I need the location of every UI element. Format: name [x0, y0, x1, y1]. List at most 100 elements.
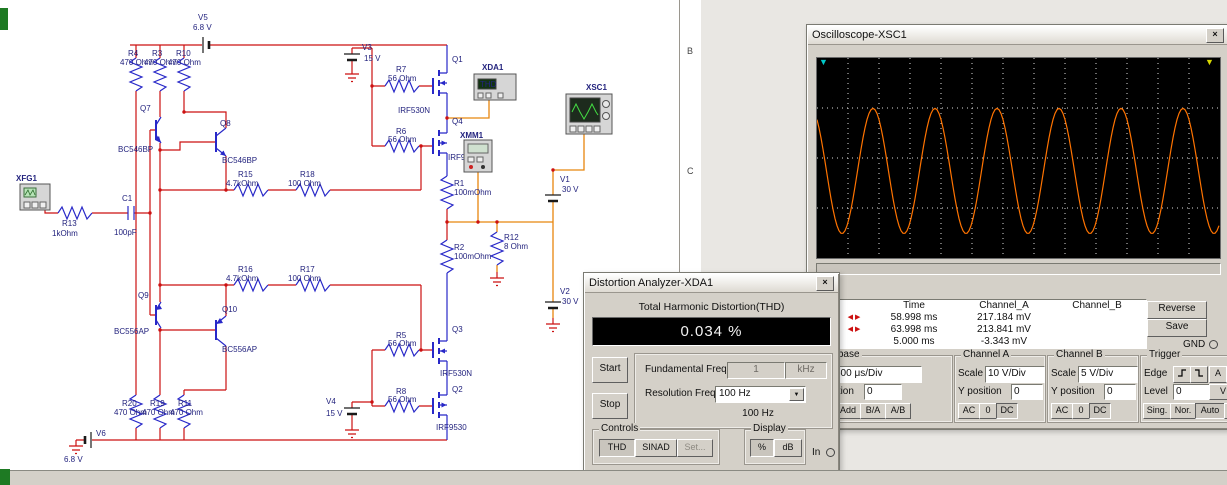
label-v4: V4 [326, 397, 336, 406]
readout-header-channel-a: Channel_A [979, 300, 1029, 311]
channel-b-scale-label: Scale [1051, 368, 1077, 379]
label-r2-val: 100mOhm [454, 252, 492, 261]
green-corner-top [0, 8, 8, 30]
label-r7: R7 [396, 65, 407, 74]
resistors[interactable] [57, 57, 505, 429]
label-xda1: XDA1 [482, 63, 504, 72]
marker-right-icon: ▶ [855, 314, 863, 321]
in-terminal-label: In [812, 447, 821, 458]
label-r13-val: 1kOhm [52, 229, 78, 238]
controls-group-title: Controls [599, 423, 641, 434]
scope-readout-table: Time Channel_A Channel_B ◀▶ 58.998 ms 21… [837, 299, 1147, 349]
sinad-mode-button[interactable]: SINAD [635, 439, 677, 457]
marker-left-icon: ◀ [847, 326, 855, 333]
oscilloscope-icon [565, 93, 613, 135]
channel-b-y-value[interactable]: 0 [1104, 384, 1136, 400]
readout-header-channel-b: Channel_B [1072, 300, 1122, 311]
distortion-analyzer-window[interactable]: Distortion Analyzer-XDA1 × Total Harmoni… [583, 272, 840, 472]
in-terminal-icon[interactable] [826, 448, 835, 457]
label-c1: C1 [122, 194, 133, 203]
t1-marker-arrows[interactable]: ◀▶ [838, 312, 872, 324]
trigger-a-button[interactable]: A [1209, 366, 1227, 383]
readout-delta-b [1052, 336, 1142, 348]
close-icon[interactable]: × [1206, 27, 1224, 43]
label-r1: R1 [454, 179, 465, 188]
trigger-level-value[interactable]: 0 [1173, 384, 1211, 400]
label-r10: R10 [176, 49, 191, 58]
resolution-freq-label: Resolution Freq. [645, 388, 719, 399]
label-r10-val: 470 Ohm [168, 58, 201, 67]
label-r4: R4 [128, 49, 139, 58]
label-q8: Q8 [220, 119, 231, 128]
transistors[interactable] [155, 70, 447, 418]
channel-a-y-label: Y position [958, 386, 1002, 397]
resolution-freq-combobox[interactable]: 100 Hz ▼ [715, 386, 806, 403]
channel-a-scale-value[interactable]: 10 V/Div [985, 366, 1045, 383]
chevron-down-icon[interactable]: ▼ [789, 388, 804, 401]
channel-b-scale-value[interactable]: 5 V/Div [1078, 366, 1138, 383]
label-q4: Q4 [452, 117, 463, 126]
ba-button[interactable]: B/A [860, 403, 886, 419]
reverse-button[interactable]: Reverse [1147, 301, 1207, 319]
green-corner-bottom [0, 469, 10, 485]
label-r11: R11 [178, 399, 193, 408]
trigger-auto-button[interactable]: Auto [1195, 403, 1225, 419]
horizontal-scrollbar[interactable] [0, 470, 1227, 485]
start-button[interactable]: Start [592, 357, 628, 383]
t2-cursor-icon[interactable]: ▼ [1205, 58, 1214, 67]
label-r16-val: 4.7kOhm [226, 274, 259, 283]
label-r8-val: 56 Ohm [388, 395, 417, 404]
channel-a-y-value[interactable]: 0 [1011, 384, 1043, 400]
t2-marker-arrows[interactable]: ◀▶ [838, 324, 872, 336]
rising-edge-icon [1178, 369, 1186, 377]
percent-display-button[interactable]: % [750, 439, 774, 457]
trigger-title: Trigger [1147, 349, 1183, 360]
channel-a-title: Channel A [961, 349, 1012, 360]
label-q7-val: BC546BP [118, 145, 153, 154]
readout-corner [838, 300, 872, 312]
label-r17: R17 [300, 265, 315, 274]
channel-a-0-button[interactable]: 0 [979, 403, 997, 419]
label-v5: V5 [198, 13, 208, 22]
channel-b-ac-button[interactable]: AC [1051, 403, 1073, 419]
channel-a-group: Channel A Scale 10 V/Div Y position 0 AC… [954, 349, 1046, 423]
trigger-nor-button[interactable]: Nor. [1170, 403, 1196, 419]
set-button[interactable]: Set... [677, 439, 713, 457]
falling-edge-icon [1195, 369, 1203, 377]
distortion-analyzer-title: Distortion Analyzer-XDA1 [589, 277, 714, 289]
save-button[interactable]: Save [1147, 319, 1207, 337]
db-display-button[interactable]: dB [774, 439, 802, 457]
thd-mode-button[interactable]: THD [599, 439, 635, 457]
oscilloscope-window[interactable]: Oscilloscope-XSC1 × ▼ ▼ Time Channel_A C… [806, 24, 1227, 430]
ab-button[interactable]: A/B [885, 403, 911, 419]
label-q1: Q1 [452, 55, 463, 64]
wires-red[interactable] [44, 44, 448, 441]
resolution-freq-value: 100 Hz [719, 388, 751, 399]
trigger-sing-button[interactable]: Sing. [1143, 403, 1171, 419]
rising-edge-button[interactable] [1173, 366, 1191, 383]
gnd-terminal-icon[interactable] [1209, 340, 1218, 349]
channel-b-0-button[interactable]: 0 [1072, 403, 1090, 419]
label-c1-val: 100pF [114, 228, 137, 237]
distortion-analyzer-titlebar[interactable]: Distortion Analyzer-XDA1 × [585, 274, 838, 293]
t1-cursor-icon[interactable]: ▼ [819, 58, 828, 67]
oscilloscope-titlebar[interactable]: Oscilloscope-XSC1 × [808, 26, 1227, 45]
fundamental-freq-input[interactable]: 1 [727, 362, 785, 379]
trigger-level-unit[interactable]: V [1209, 384, 1227, 400]
channel-b-dc-button[interactable]: DC [1089, 403, 1111, 419]
x-position-value[interactable]: 0 [864, 384, 902, 400]
controls-group: Controls THD SINAD Set... [592, 423, 720, 465]
stop-button[interactable]: Stop [592, 393, 628, 419]
instrument-icons[interactable]: THD [19, 73, 613, 211]
label-v2-val: 30 V [562, 297, 579, 306]
scope-scrollbar[interactable] [816, 263, 1221, 275]
label-v1-val: 30 V [562, 185, 579, 194]
channel-a-dc-button[interactable]: DC [996, 403, 1018, 419]
falling-edge-button[interactable] [1190, 366, 1208, 383]
fundamental-freq-label: Fundamental Freq. [645, 364, 730, 375]
function-generator-icon [19, 183, 51, 211]
close-icon[interactable]: × [816, 275, 834, 291]
channel-a-ac-button[interactable]: AC [958, 403, 980, 419]
scope-screen: ▼ ▼ [816, 57, 1221, 259]
timebase-scale-value[interactable]: 500 μs/Div [832, 366, 922, 383]
